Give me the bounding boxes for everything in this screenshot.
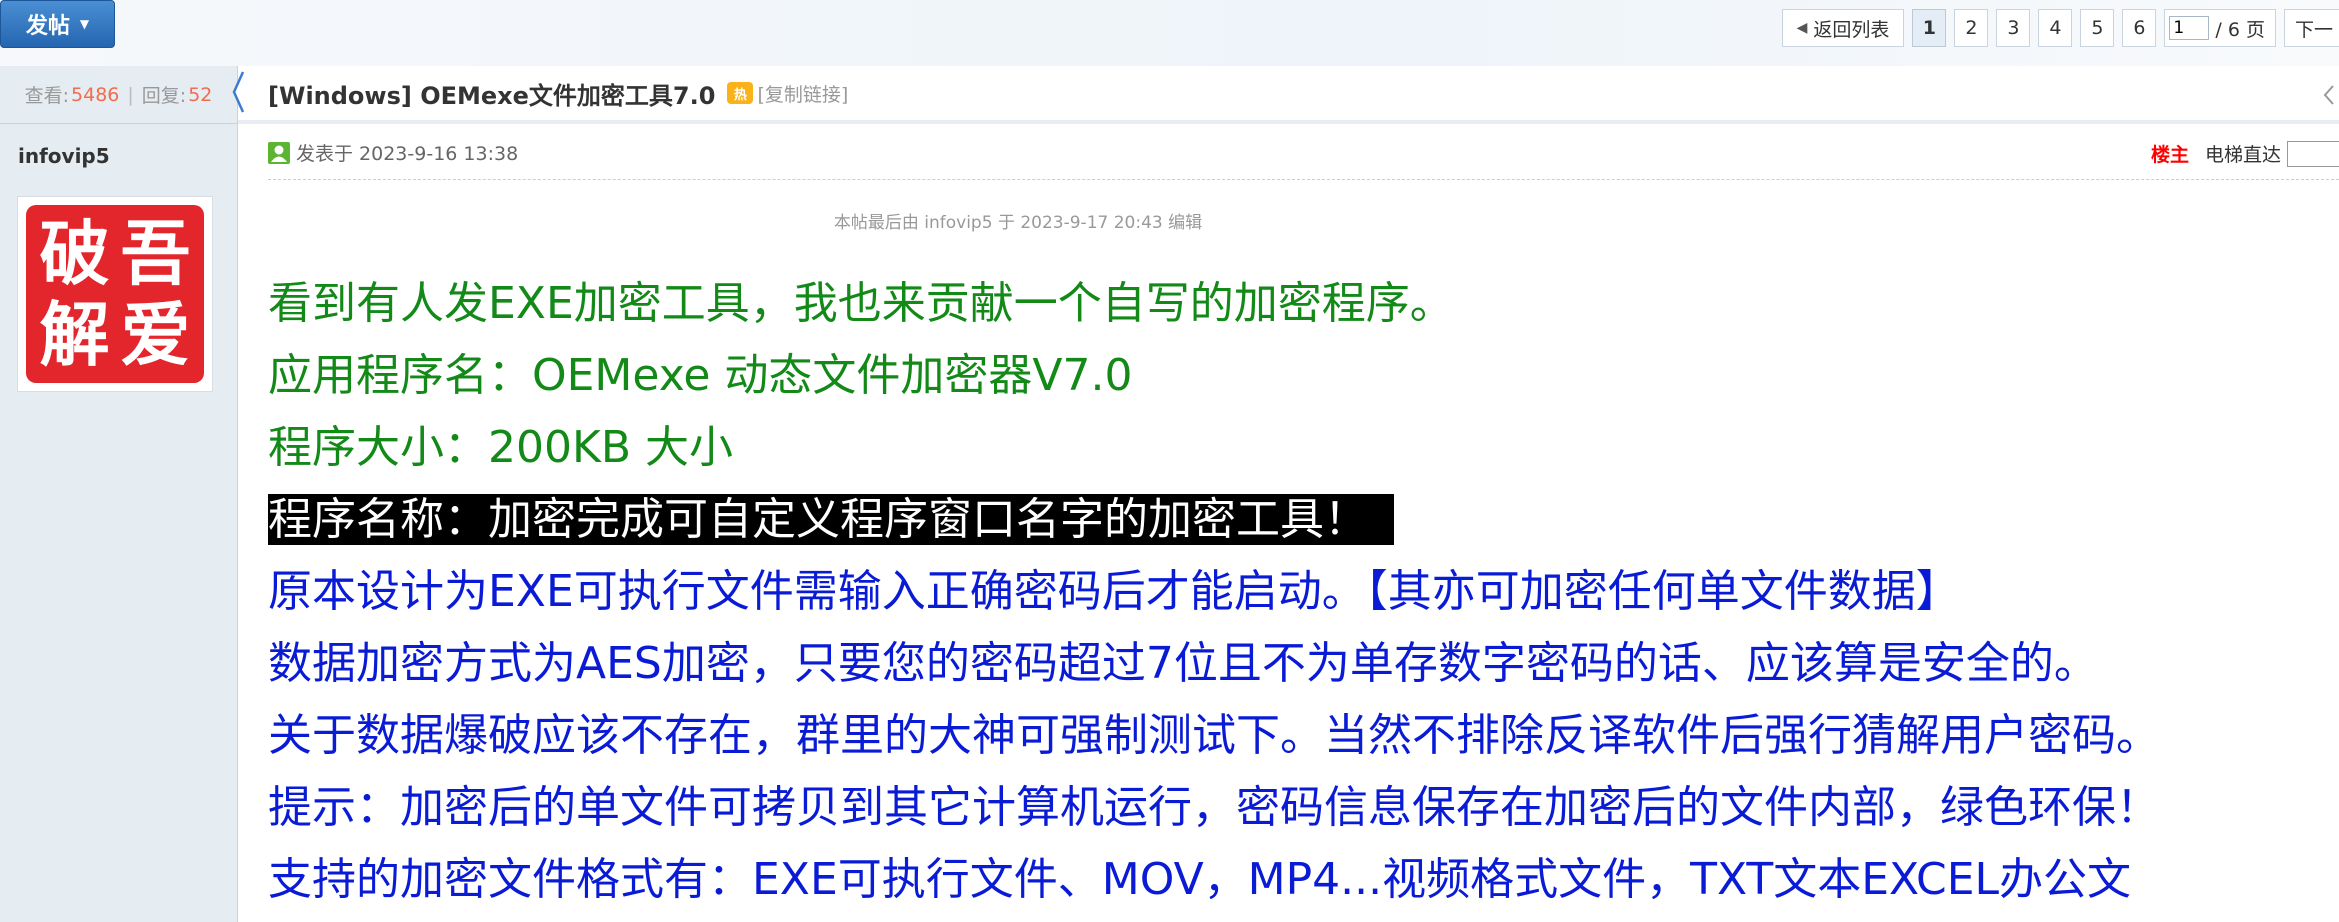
content-line: 关于数据爆破应该不存在，群里的大神可强制测试下。当然不排除反译软件后强行猜解用户… (268, 710, 2160, 761)
avatar-seal-image: 破 吾 解 爱 (26, 205, 204, 383)
page-total-label: / 6 页 (2215, 18, 2265, 41)
edited-note: 本帖最后由 infovip5 于 2023-9-17 20:43 编辑 (833, 213, 1203, 233)
page-link-6[interactable]: 6 (2122, 9, 2157, 47)
page-link-3[interactable]: 3 (1996, 9, 2031, 47)
chevron-down-icon: ▼ (79, 17, 90, 31)
new-post-label: 发帖 (25, 14, 70, 39)
chevron-left-icon[interactable] (2323, 84, 2335, 106)
content-line: 原本设计为EXE可执行文件需输入正确密码后才能启动。【其亦可加密任何单文件数据】 (268, 566, 1960, 617)
replies-label: 回复: (141, 85, 187, 107)
page-link-1[interactable]: 1 (1912, 9, 1947, 47)
content-line: 数据加密方式为AES加密，只要您的密码超过7位且不为单存数字密码的话、应该算是安… (268, 638, 2098, 689)
new-post-button[interactable]: 发帖 ▼ (0, 0, 115, 48)
pagination: ◀ 返回列表 1 2 3 4 5 6 / 6 页 下一 (1781, 8, 2339, 48)
author-username[interactable]: infovip5 (18, 144, 110, 168)
views-label: 查看: (24, 85, 70, 107)
post-header-actions: 楼主 电梯直达 (2151, 140, 2339, 167)
avatar[interactable]: 破 吾 解 爱 (17, 196, 213, 392)
chevron-left-icon: ◀ (1796, 20, 1808, 36)
elevator-input[interactable] (2287, 140, 2339, 167)
replies-count: 52 (188, 83, 213, 106)
post-header: 发表于 2023-9-16 13:38 楼主 电梯直达 (268, 126, 2339, 180)
hot-thread-icon: 热 (727, 82, 754, 104)
post-content: 看到有人发EXE加密工具，我也来贡献一个自写的加密程序。 应用程序名：OEMex… (268, 268, 2339, 916)
avatar-char: 破 (39, 211, 110, 295)
views-count: 5486 (71, 83, 120, 106)
page-jump: / 6 页 (2164, 9, 2276, 47)
content-line-highlight-wrap: 程序名称：加密完成可自定义程序窗口名字的加密工具！ (268, 484, 2339, 556)
next-page-button[interactable]: 下一 (2283, 9, 2339, 47)
avatar-char: 吾 (120, 211, 191, 295)
content-line: 支持的加密文件格式有：EXE可执行文件、MOV，MP4...视频格式文件，TXT… (268, 854, 2132, 905)
op-badge: 楼主 (2150, 144, 2189, 166)
page-link-2[interactable]: 2 (1954, 9, 1989, 47)
author-sidebar: 查看: 5486 | 回复: 52 infovip5 破 吾 解 爱 (0, 66, 238, 922)
back-to-list-label: 返回列表 (1813, 18, 1890, 41)
content-line: 看到有人发EXE加密工具，我也来贡献一个自写的加密程序。 (268, 278, 1454, 329)
page-jump-input[interactable] (2169, 16, 2210, 40)
back-to-list-button[interactable]: ◀ 返回列表 (1781, 9, 1905, 47)
avatar-char: 解 (39, 292, 110, 376)
thread-title: [Windows] OEMexe文件加密工具7.0 (268, 81, 716, 110)
thread-stats: 查看: 5486 | 回复: 52 (0, 66, 237, 124)
user-online-icon (268, 141, 290, 164)
top-toolbar: 发帖 ▼ ◀ 返回列表 1 2 3 4 5 6 / 6 页 下一 (0, 0, 2339, 66)
thread-title-bar: [Windows] OEMexe文件加密工具7.0 热 [复制链接] (238, 66, 2339, 124)
elevator-label: 电梯直达 (2204, 144, 2281, 166)
stats-divider: | (127, 83, 134, 106)
copy-link-button[interactable]: [复制链接] (757, 80, 848, 107)
page-link-4[interactable]: 4 (2038, 9, 2073, 47)
content-line: 提示：加密后的单文件可拷贝到其它计算机运行，密码信息保存在加密后的文件内部，绿色… (268, 782, 2160, 833)
post-timestamp: 发表于 2023-9-16 13:38 (296, 143, 519, 165)
highlighted-content-line: 程序名称：加密完成可自定义程序窗口名字的加密工具！ (268, 494, 1394, 545)
avatar-char: 爱 (120, 292, 191, 376)
page-link-5[interactable]: 5 (2080, 9, 2115, 47)
content-line: 应用程序名：OEMexe 动态文件加密器V7.0 (268, 350, 1133, 401)
content-line: 程序大小：200KB 大小 (268, 422, 734, 473)
